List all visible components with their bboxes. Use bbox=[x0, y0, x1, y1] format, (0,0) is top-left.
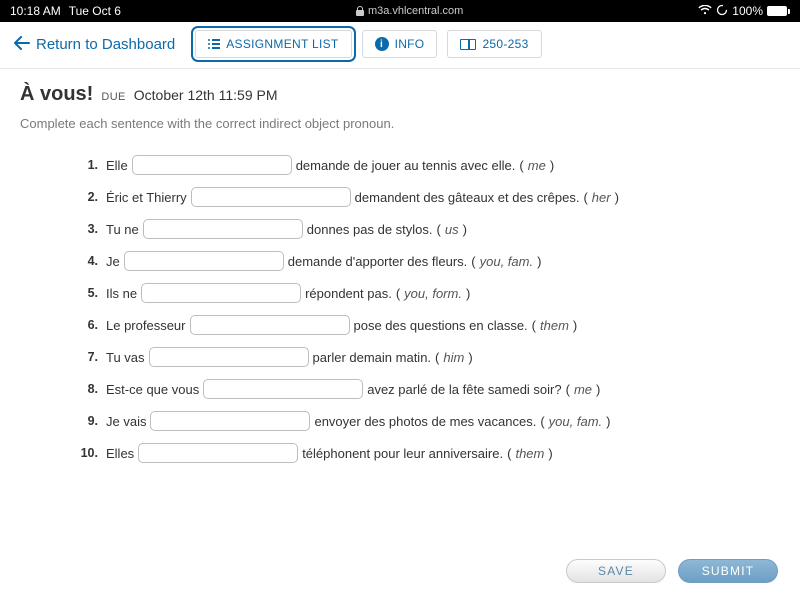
answer-input[interactable] bbox=[149, 347, 309, 367]
assignment-list-button[interactable]: ASSIGNMENT LIST bbox=[195, 30, 351, 58]
question-row: 5.Ils nerépondent pas. (you, form.) bbox=[76, 283, 740, 303]
book-icon bbox=[460, 39, 476, 50]
question-hint: them bbox=[540, 318, 569, 333]
question-post-text: parler demain matin. bbox=[313, 350, 432, 365]
question-number: 5. bbox=[76, 286, 98, 300]
answer-input[interactable] bbox=[132, 155, 292, 175]
save-button[interactable]: SAVE bbox=[566, 559, 666, 583]
question-number: 2. bbox=[76, 190, 98, 204]
back-arrow-icon bbox=[14, 35, 30, 53]
status-url: m3a.vhlcentral.com bbox=[368, 5, 463, 17]
question-hint: them bbox=[515, 446, 544, 461]
question-post-text: demandent des gâteaux et des crêpes. bbox=[355, 190, 580, 205]
question-pre-text: Éric et Thierry bbox=[106, 190, 187, 205]
question-number: 7. bbox=[76, 350, 98, 364]
assignment-title: À vous! bbox=[20, 83, 93, 106]
due-date: October 12th 11:59 PM bbox=[134, 87, 278, 103]
question-hint: you, form. bbox=[404, 286, 462, 301]
answer-input[interactable] bbox=[150, 411, 310, 431]
ipad-status-bar: 10:18 AM Tue Oct 6 m3a.vhlcentral.com 10… bbox=[0, 0, 800, 22]
list-icon bbox=[208, 39, 220, 49]
question-hint: you, fam. bbox=[549, 414, 602, 429]
question-post-text: donnes pas de stylos. bbox=[307, 222, 433, 237]
question-post-text: demande d'apporter des fleurs. bbox=[288, 254, 468, 269]
answer-input[interactable] bbox=[138, 443, 298, 463]
question-row: 6. Le professeur pose des questions en cla… bbox=[76, 315, 740, 335]
answer-input[interactable] bbox=[191, 187, 351, 207]
question-pre-text: Est-ce que vous bbox=[106, 382, 199, 397]
question-pre-text: Le professeur bbox=[106, 318, 186, 333]
question-number: 1. bbox=[76, 158, 98, 172]
info-button[interactable]: i INFO bbox=[362, 30, 438, 58]
question-pre-text: Je bbox=[106, 254, 120, 269]
question-post-text: pose des questions en classe. bbox=[354, 318, 528, 333]
question-post-text: demande de jouer au tennis avec elle. bbox=[296, 158, 516, 173]
question-row: 4.Jedemande d'apporter des fleurs. (you,… bbox=[76, 251, 740, 271]
wifi-icon bbox=[698, 4, 712, 18]
back-link-label: Return to Dashboard bbox=[36, 36, 175, 53]
question-post-text: répondent pas. bbox=[305, 286, 392, 301]
question-row: 1. Elle demande de jouer au tennis avec el… bbox=[76, 155, 740, 175]
lock-icon bbox=[356, 6, 364, 16]
status-time: 10:18 AM bbox=[10, 4, 61, 18]
question-row: 10. Elles téléphonent pour leur anniversai… bbox=[76, 443, 740, 463]
question-number: 9. bbox=[76, 414, 98, 428]
question-row: 3.Tu nedonnes pas de stylos. (us) bbox=[76, 219, 740, 239]
question-row: 7.Tu vasparler demain matin. (him) bbox=[76, 347, 740, 367]
status-date: Tue Oct 6 bbox=[69, 4, 121, 18]
question-pre-text: Je vais bbox=[106, 414, 146, 429]
question-hint: us bbox=[445, 222, 459, 237]
assignment-list-label: ASSIGNMENT LIST bbox=[226, 37, 338, 51]
question-number: 3. bbox=[76, 222, 98, 236]
answer-input[interactable] bbox=[141, 283, 301, 303]
answer-input[interactable] bbox=[124, 251, 284, 271]
answer-input[interactable] bbox=[143, 219, 303, 239]
question-number: 4. bbox=[76, 254, 98, 268]
question-post-text: téléphonent pour leur anniversaire. bbox=[302, 446, 503, 461]
question-hint: me bbox=[574, 382, 592, 397]
question-post-text: envoyer des photos de mes vacances. bbox=[314, 414, 536, 429]
question-number: 6. bbox=[76, 318, 98, 332]
question-pre-text: Elles bbox=[106, 446, 134, 461]
top-toolbar: Return to Dashboard ASSIGNMENT LIST i IN… bbox=[0, 22, 800, 69]
due-label: DUE bbox=[101, 91, 125, 103]
question-pre-text: Ils ne bbox=[106, 286, 137, 301]
question-hint: her bbox=[592, 190, 611, 205]
battery-icon bbox=[767, 6, 790, 16]
pages-button[interactable]: 250-253 bbox=[447, 30, 541, 58]
info-icon: i bbox=[375, 37, 389, 51]
question-row: 2. Éric et Thierry demandent des gâteaux e… bbox=[76, 187, 740, 207]
question-hint: me bbox=[528, 158, 546, 173]
return-to-dashboard-link[interactable]: Return to Dashboard bbox=[14, 35, 175, 53]
question-number: 8. bbox=[76, 382, 98, 396]
instructions-text: Complete each sentence with the correct … bbox=[20, 116, 780, 131]
question-hint: him bbox=[443, 350, 464, 365]
question-row: 8. Est-ce que vous avez parlé de la fête s… bbox=[76, 379, 740, 399]
question-number: 10. bbox=[76, 446, 98, 460]
answer-input[interactable] bbox=[203, 379, 363, 399]
rotation-lock-icon bbox=[716, 4, 728, 19]
question-pre-text: Tu vas bbox=[106, 350, 145, 365]
pages-label: 250-253 bbox=[482, 37, 528, 51]
question-list: 1. Elle demande de jouer au tennis avec el… bbox=[20, 155, 780, 463]
question-hint: you, fam. bbox=[480, 254, 533, 269]
answer-input[interactable] bbox=[190, 315, 350, 335]
submit-button[interactable]: SUBMIT bbox=[678, 559, 778, 583]
battery-percentage: 100% bbox=[732, 4, 763, 18]
question-row: 9. Je vais envoyer des photos de mes vacan… bbox=[76, 411, 740, 431]
info-label: INFO bbox=[395, 37, 425, 51]
question-pre-text: Tu ne bbox=[106, 222, 139, 237]
question-pre-text: Elle bbox=[106, 158, 128, 173]
question-post-text: avez parlé de la fête samedi soir? bbox=[367, 382, 561, 397]
